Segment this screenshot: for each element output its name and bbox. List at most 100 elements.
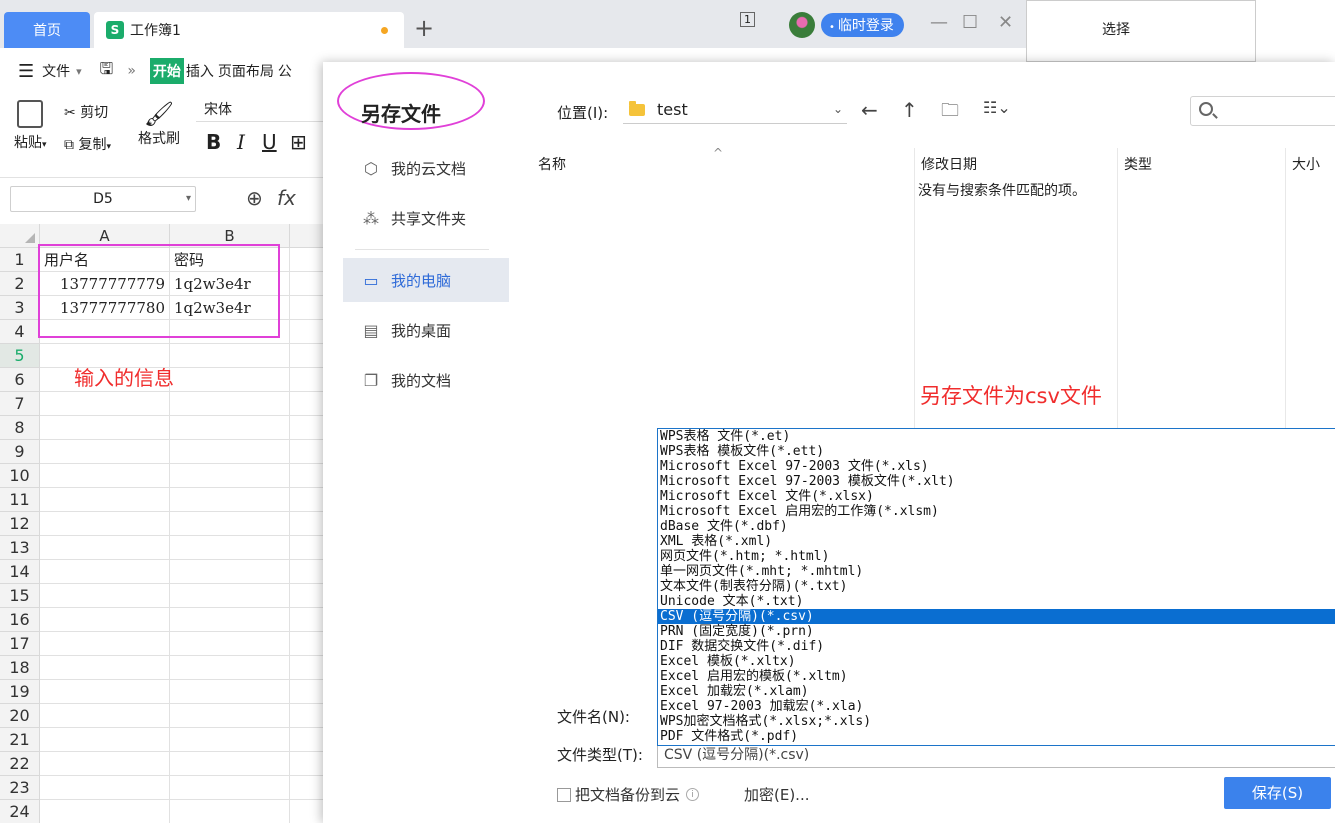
row-header[interactable]: 18 xyxy=(0,656,40,680)
row-header[interactable]: 21 xyxy=(0,728,40,752)
filetype-option[interactable]: XML 表格(*.xml) xyxy=(658,534,1335,549)
minimize-icon[interactable]: — xyxy=(930,12,948,33)
copy-button[interactable]: ⧉ 复制▾ xyxy=(64,134,111,154)
cell-a[interactable] xyxy=(40,704,170,728)
cell-b[interactable] xyxy=(170,608,290,632)
row-header[interactable]: 20 xyxy=(0,704,40,728)
new-folder-icon[interactable]: 🗀 xyxy=(941,98,959,128)
cut-button[interactable]: ✂ 剪切 xyxy=(64,102,108,122)
italic-button[interactable]: I xyxy=(237,130,245,154)
menu-start[interactable]: 开始 xyxy=(149,58,184,84)
cell-a[interactable] xyxy=(40,656,170,680)
underline-button[interactable]: U xyxy=(262,130,277,154)
info-icon[interactable]: i xyxy=(686,788,700,801)
column-name[interactable]: 名称 xyxy=(538,154,566,174)
cell-a[interactable] xyxy=(40,632,170,656)
cell-b[interactable] xyxy=(170,584,290,608)
cell-a[interactable] xyxy=(40,608,170,632)
row-header[interactable]: 3 xyxy=(0,296,40,320)
row-header[interactable]: 12 xyxy=(0,512,40,536)
cell-a[interactable] xyxy=(40,464,170,488)
row-header[interactable]: 13 xyxy=(0,536,40,560)
cell-a[interactable] xyxy=(40,560,170,584)
cell-b[interactable] xyxy=(170,752,290,776)
save-button[interactable]: 保存(S) xyxy=(1224,777,1331,809)
row-header[interactable]: 17 xyxy=(0,632,40,656)
filetype-option[interactable]: dBase 文件(*.dbf) xyxy=(658,519,1335,534)
row-header[interactable]: 10 xyxy=(0,464,40,488)
filetype-option[interactable]: 网页文件(*.htm; *.html) xyxy=(658,549,1335,564)
cell-a[interactable] xyxy=(40,680,170,704)
filetype-option[interactable]: Microsoft Excel 启用宏的工作簿(*.xlsm) xyxy=(658,504,1335,519)
location-select[interactable]: test ⌄ xyxy=(623,96,847,124)
row-header[interactable]: 16 xyxy=(0,608,40,632)
filetype-option[interactable]: Unicode 文本(*.txt) xyxy=(658,594,1335,609)
sidebar-item-cloud-docs[interactable]: ⬡ 我的云文档 xyxy=(343,146,509,190)
back-arrow-icon[interactable]: ← xyxy=(861,98,878,122)
cell-b[interactable] xyxy=(170,488,290,512)
maximize-icon[interactable]: ☐ xyxy=(962,12,978,33)
cell-b[interactable] xyxy=(170,704,290,728)
font-name-field[interactable]: 宋体 xyxy=(196,98,326,122)
menu-page-layout[interactable]: 页面布局 xyxy=(218,61,274,81)
cell-a[interactable] xyxy=(40,416,170,440)
format-painter-button[interactable]: 🖌 格式刷 xyxy=(138,100,180,148)
row-header[interactable]: 2 xyxy=(0,272,40,296)
filetype-option[interactable]: PRN (固定宽度)(*.prn) xyxy=(658,624,1335,639)
bold-button[interactable]: B xyxy=(206,130,221,154)
filetype-option[interactable]: Microsoft Excel 97-2003 文件(*.xls) xyxy=(658,459,1335,474)
cell-b[interactable] xyxy=(170,464,290,488)
filetype-option[interactable]: 单一网页文件(*.mht; *.mhtml) xyxy=(658,564,1335,579)
row-header[interactable]: 22 xyxy=(0,752,40,776)
row-header[interactable]: 8 xyxy=(0,416,40,440)
cell-a[interactable] xyxy=(40,440,170,464)
up-arrow-icon[interactable]: ↑ xyxy=(901,98,918,122)
cell-b[interactable] xyxy=(170,344,290,368)
row-header[interactable]: 5 xyxy=(0,344,40,368)
more-icon[interactable]: » xyxy=(127,63,136,79)
cell-b[interactable] xyxy=(170,656,290,680)
cell-b[interactable] xyxy=(170,512,290,536)
row-header[interactable]: 24 xyxy=(0,800,40,823)
cell-a[interactable] xyxy=(40,800,170,823)
avatar[interactable] xyxy=(789,12,815,38)
hamburger-icon[interactable]: ☰ xyxy=(18,61,34,82)
search-input[interactable] xyxy=(1190,96,1335,126)
menu-insert[interactable]: 插入 xyxy=(186,61,214,81)
column-modified[interactable]: 修改日期 xyxy=(921,154,977,174)
cell-b[interactable] xyxy=(170,632,290,656)
sidebar-item-my-computer[interactable]: ▭ 我的电脑 xyxy=(343,258,509,302)
column-size[interactable]: 大小 xyxy=(1292,154,1320,174)
row-header[interactable]: 4 xyxy=(0,320,40,344)
view-options-icon[interactable]: ☷⌄ xyxy=(983,98,1011,117)
filetype-option[interactable]: Excel 启用宏的模板(*.xltm) xyxy=(658,669,1335,684)
name-box[interactable]: D5 xyxy=(10,186,196,212)
cell-b[interactable] xyxy=(170,440,290,464)
row-header[interactable]: 14 xyxy=(0,560,40,584)
filetype-option[interactable]: Microsoft Excel 文件(*.xlsx) xyxy=(658,489,1335,504)
row-header[interactable]: 11 xyxy=(0,488,40,512)
zoom-icon[interactable]: ⊕ xyxy=(246,186,263,210)
cell-a[interactable] xyxy=(40,728,170,752)
filetype-option[interactable]: Microsoft Excel 97-2003 模板文件(*.xlt) xyxy=(658,474,1335,489)
cell-b[interactable] xyxy=(170,392,290,416)
row-header[interactable]: 9 xyxy=(0,440,40,464)
page-indicator-icon[interactable]: 1 xyxy=(740,12,755,27)
close-icon[interactable]: ✕ xyxy=(998,12,1013,33)
paste-button[interactable]: 粘贴▾ xyxy=(14,100,47,152)
select-label[interactable]: 选择 xyxy=(1102,19,1130,39)
select-all-corner[interactable] xyxy=(0,224,40,248)
fx-icon[interactable]: fx xyxy=(277,186,296,210)
tab-workbook[interactable]: S 工作簿1 xyxy=(94,12,404,48)
sidebar-item-documents[interactable]: ❐ 我的文档 xyxy=(343,358,509,402)
file-list[interactable]: 名称 ^ 修改日期 类型 大小 没有与搜索条件匹配的项。 另存文件为csv文件 xyxy=(531,146,1335,458)
sidebar-item-shared-folder[interactable]: ⁂ 共享文件夹 xyxy=(343,196,509,240)
row-header[interactable]: 15 xyxy=(0,584,40,608)
cell-a[interactable] xyxy=(40,776,170,800)
border-icon[interactable]: ⊞ xyxy=(290,130,307,154)
backup-to-cloud-option[interactable]: 把文档备份到云 i xyxy=(557,784,700,805)
row-header[interactable]: 19 xyxy=(0,680,40,704)
filetype-dropdown-list[interactable]: WPS表格 文件(*.et) WPS表格 模板文件(*.ett) Microsoft… xyxy=(657,428,1335,746)
cell-a[interactable] xyxy=(40,584,170,608)
cell-a[interactable] xyxy=(40,536,170,560)
